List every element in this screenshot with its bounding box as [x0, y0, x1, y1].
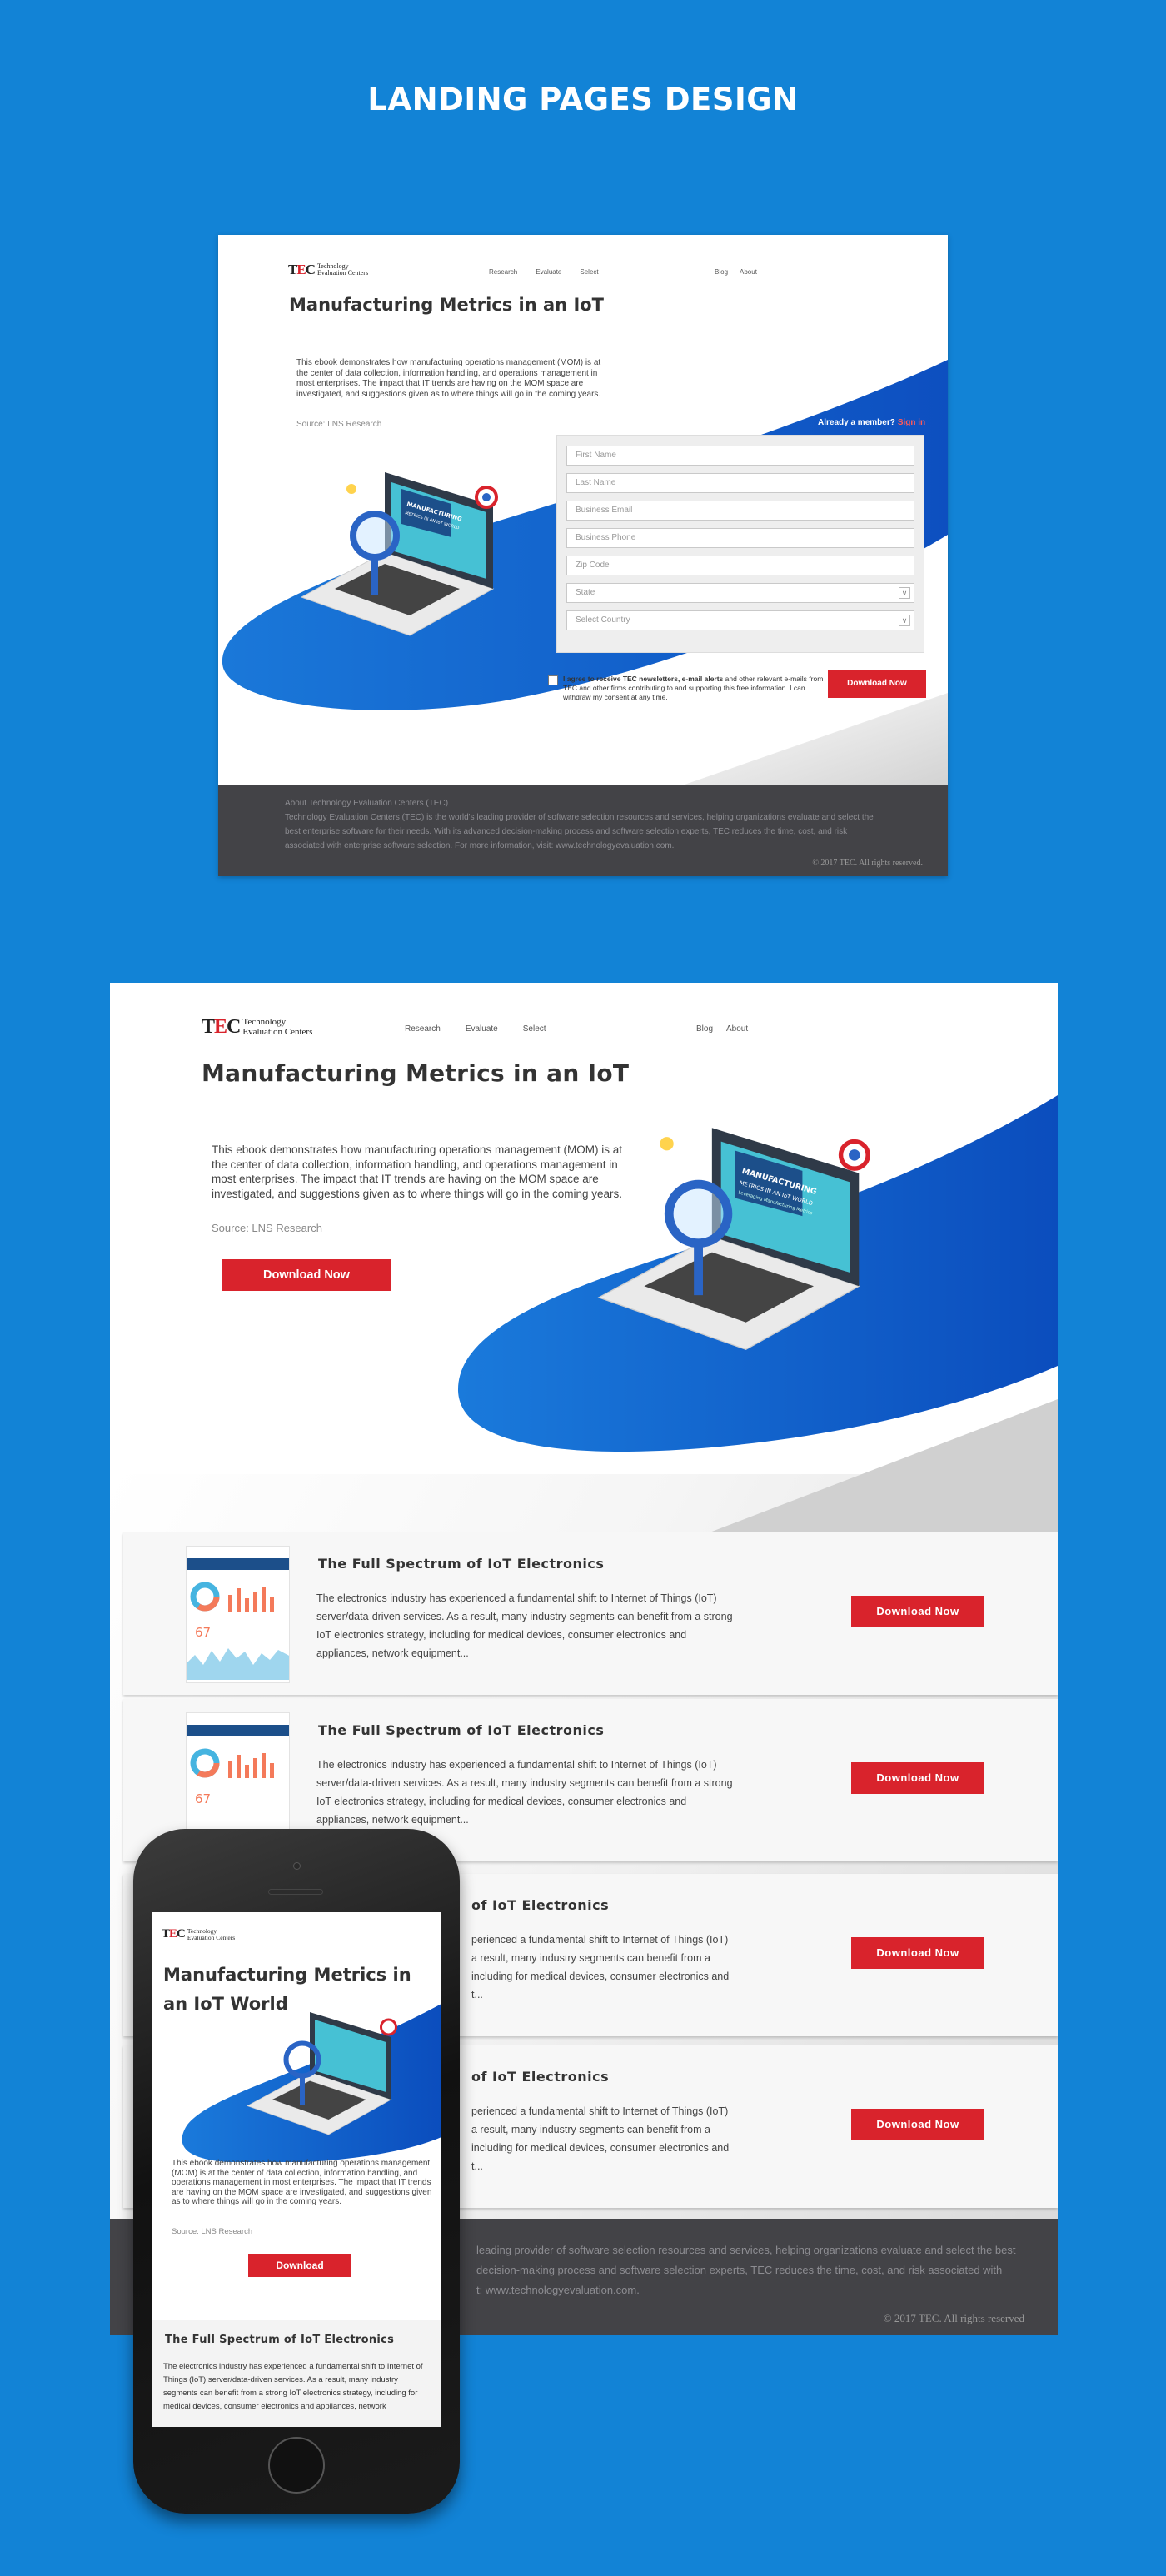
zip-code-field[interactable]: Zip Code	[566, 556, 914, 575]
card-title: The Full Spectrum of IoT Electronics	[318, 1722, 605, 1738]
state-select[interactable]: State ∨	[566, 583, 914, 603]
nav-blog[interactable]: Blog	[696, 1024, 713, 1034]
mobile-card-description: The electronics industry has experienced…	[163, 2362, 423, 2411]
already-member-text: Already a member? Sign in	[818, 418, 926, 427]
nav-research[interactable]: Research	[405, 1024, 441, 1034]
signin-link[interactable]: Sign in	[898, 418, 925, 427]
hero-source: Source: LNS Research	[212, 1222, 322, 1234]
phone-home-button	[268, 2437, 325, 2494]
main-nav: Research Evaluate Select	[489, 268, 599, 276]
footer-text-line: decision-making process and software sel…	[476, 2264, 1003, 2276]
laptop-illustration: MANUFACTURING METRICS IN AN IoT WORLD	[300, 472, 498, 636]
tec-logo[interactable]: TEC Technology Evaluation Centers	[288, 262, 368, 278]
laptop-illustration: MANUFACTURING METRICS IN AN IoT WORLD Le…	[597, 1128, 870, 1351]
thumb-value: 67	[195, 1791, 211, 1806]
card-description: perienced a fundamental shift to Interne…	[471, 2105, 730, 2172]
nav-about[interactable]: About	[726, 1024, 748, 1034]
footer-copyright: © 2017 TEC. All rights reserved	[883, 2312, 1024, 2324]
mobile-download-button[interactable]: Download	[248, 2254, 351, 2277]
first-name-field[interactable]: First Name	[566, 446, 914, 466]
mobile-resource-card: The Full Spectrum of IoT Electronics The…	[152, 2320, 441, 2427]
main-nav: Research Evaluate Select	[405, 1024, 546, 1034]
mobile-description: This ebook demonstrates how manufacturin…	[172, 2159, 432, 2206]
tec-logo[interactable]: TEC Technology Evaluation Centers	[202, 1016, 312, 1039]
chevron-down-icon: ∨	[899, 615, 910, 626]
hero-description: This ebook demonstrates how manufacturin…	[296, 358, 601, 399]
signup-form: First Name Last Name Business Email Busi…	[556, 435, 924, 653]
last-name-field[interactable]: Last Name	[566, 473, 914, 493]
card-download-button[interactable]: Download Now	[851, 1937, 984, 1969]
thumb-value: 67	[195, 1625, 211, 1640]
consent-checkbox-row[interactable]: I agree to receive TEC newsletters, e-ma…	[548, 675, 831, 702]
phone-mockup: TEC Technology Evaluation Centers Manufac…	[133, 1829, 460, 2514]
business-phone-field[interactable]: Business Phone	[566, 528, 914, 548]
card-download-button[interactable]: Download Now	[851, 1762, 984, 1794]
card-description: perienced a fundamental shift to Interne…	[471, 1934, 730, 2001]
nav-select[interactable]: Select	[523, 1024, 546, 1034]
secondary-nav: Blog About	[696, 1024, 748, 1034]
footer-copyright: © 2017 TEC. All rights reserved.	[812, 859, 923, 868]
nav-select[interactable]: Select	[580, 268, 598, 276]
card-description: The electronics industry has experienced…	[316, 1759, 733, 1826]
footer-text-line: t: www.technologyevaluation.com.	[476, 2284, 640, 2296]
nav-research[interactable]: Research	[489, 268, 517, 276]
phone-speaker	[268, 1889, 323, 1895]
card-title: of IoT Electronics	[471, 1897, 610, 1913]
footer-about-title: About Technology Evaluation Centers (TEC…	[285, 799, 449, 808]
mobile-card-title: The Full Spectrum of IoT Electronics	[165, 2334, 395, 2346]
hero-download-button[interactable]: Download Now	[222, 1259, 391, 1291]
hero-description: This ebook demonstrates how manufacturin…	[212, 1144, 623, 1200]
footer-about-text: Technology Evaluation Centers (TEC) is t…	[285, 813, 874, 850]
tec-logo[interactable]: TEC Technology Evaluation Centers	[162, 1927, 235, 1941]
page-title: Manufacturing Metrics in an IoT	[289, 295, 605, 315]
landing-page-form-mockup: TEC Technology Evaluation Centers Researc…	[218, 235, 948, 876]
card-description: The electronics industry has experienced…	[316, 1592, 733, 1659]
card-title: The Full Spectrum of IoT Electronics	[318, 1556, 605, 1572]
footer-text-line: leading provider of software selection r…	[476, 2244, 1016, 2256]
nav-evaluate[interactable]: Evaluate	[466, 1024, 498, 1034]
chevron-down-icon: ∨	[899, 587, 910, 599]
nav-blog[interactable]: Blog	[715, 268, 728, 276]
resource-card: 67 The Full Spectrum of IoT Electronics …	[123, 1532, 1058, 1695]
page-title: Manufacturing Metrics in an IoT	[202, 1059, 630, 1087]
business-email-field[interactable]: Business Email	[566, 501, 914, 521]
hero-source: Source: LNS Research	[296, 420, 382, 429]
secondary-nav: Blog About	[715, 268, 757, 276]
card-thumbnail: 67	[186, 1546, 290, 1683]
download-now-button[interactable]: Download Now	[828, 670, 926, 698]
card-download-button[interactable]: Download Now	[851, 1596, 984, 1627]
country-select[interactable]: Select Country ∨	[566, 610, 914, 630]
page-heading: LANDING PAGES DESIGN	[367, 82, 799, 117]
mobile-source: Source: LNS Research	[172, 2227, 253, 2236]
footer: About Technology Evaluation Centers (TEC…	[218, 785, 948, 876]
consent-checkbox[interactable]	[548, 675, 558, 685]
mobile-hero-graphic	[182, 2004, 441, 2162]
nav-about[interactable]: About	[740, 268, 757, 276]
mobile-screen: TEC Technology Evaluation Centers Manufac…	[152, 1912, 441, 2427]
phone-camera	[293, 1862, 301, 1870]
nav-evaluate[interactable]: Evaluate	[536, 268, 561, 276]
card-download-button[interactable]: Download Now	[851, 2109, 984, 2140]
card-title: of IoT Electronics	[471, 2069, 610, 2085]
